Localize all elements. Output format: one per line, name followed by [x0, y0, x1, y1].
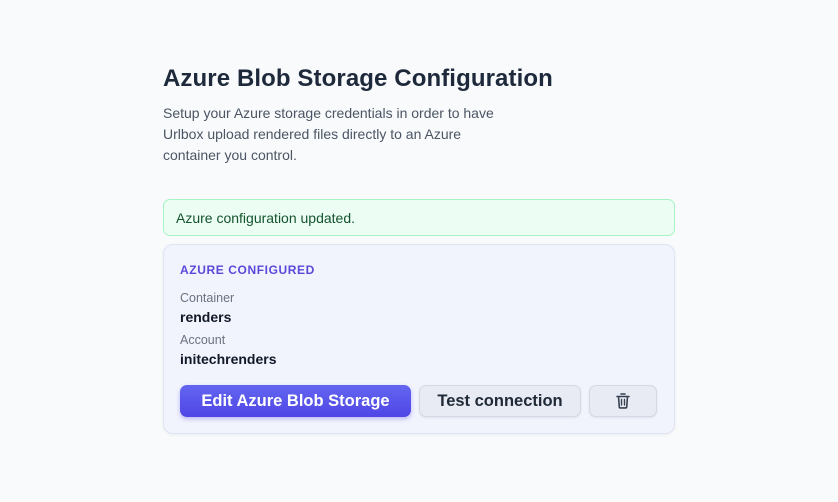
account-value: initechrenders: [180, 351, 277, 367]
success-alert: Azure configuration updated.: [163, 199, 675, 236]
container-label: Container: [180, 291, 235, 305]
test-connection-button[interactable]: Test connection: [419, 385, 581, 417]
delete-button[interactable]: [589, 385, 657, 417]
container-value: renders: [180, 309, 232, 325]
page-description: Setup your Azure storage credentials in …: [163, 105, 494, 163]
alert-message: Azure configuration updated.: [176, 209, 356, 226]
page-title: Azure Blob Storage Configuration: [163, 65, 553, 92]
card-actions: Edit Azure Blob Storage Test connection: [180, 385, 658, 417]
account-label: Account: [180, 333, 226, 347]
status-badge: AZURE CONFIGURED: [180, 263, 315, 277]
page: Azure Blob Storage Configuration Setup y…: [0, 0, 838, 502]
edit-azure-button[interactable]: Edit Azure Blob Storage: [180, 385, 411, 417]
trash-icon: [616, 393, 630, 409]
azure-config-card: AZURE CONFIGURED Container renders Accou…: [163, 244, 675, 434]
main-content: Azure Blob Storage Configuration Setup y…: [163, 64, 675, 434]
